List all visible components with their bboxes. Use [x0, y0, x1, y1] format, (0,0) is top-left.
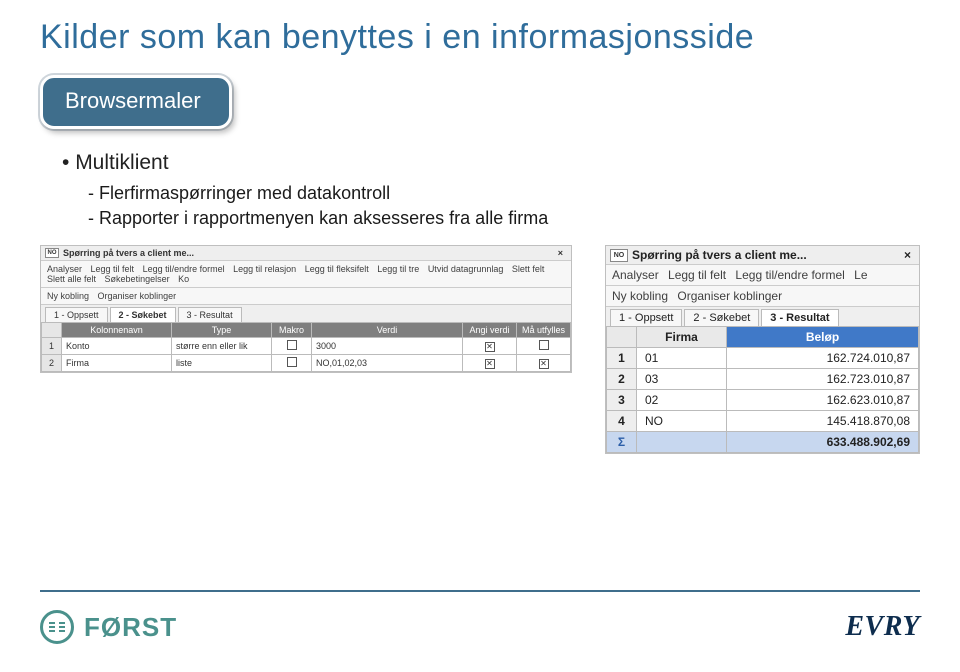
tb-legg-til-tre[interactable]: Legg til tre: [377, 264, 419, 274]
tab-resultat[interactable]: 3 - Resultat: [761, 309, 838, 326]
cell-sum: 633.488.902,69: [727, 432, 919, 453]
cell-belop: 162.623.010,87: [727, 390, 919, 411]
checkbox-makro[interactable]: [287, 340, 297, 350]
tb-organiser-koblinger[interactable]: Organiser koblinger: [98, 291, 177, 301]
tab-resultat[interactable]: 3 - Resultat: [178, 307, 242, 322]
tb-legg-til-felt[interactable]: Legg til felt: [668, 268, 726, 282]
cell-firma: 01: [637, 348, 727, 369]
flag-icon: NO: [45, 248, 59, 258]
table-row[interactable]: 2 Firma liste NO,01,02,03 ✕ ✕: [42, 355, 571, 372]
tab-sokebet[interactable]: 2 - Søkebet: [684, 309, 759, 326]
forst-mark-icon: [40, 610, 74, 644]
tb-legg-til-endre-formel[interactable]: Legg til/endre formel: [143, 264, 225, 274]
sub-flerfirma: Flerfirmaspørringer med datakontroll: [88, 183, 920, 204]
logo-evry: EVRY: [845, 611, 920, 643]
toolbar-secondary: Ny kobling Organiser koblinger: [41, 288, 571, 305]
tb-legg-til-fleksifelt[interactable]: Legg til fleksifelt: [305, 264, 369, 274]
checkbox-ma-utfylles[interactable]: [539, 340, 549, 350]
tb-utvid-datagrunnlag[interactable]: Utvid datagrunnlag: [428, 264, 504, 274]
logo-forst: FØRST: [40, 610, 177, 644]
table-row[interactable]: 4 NO 145.418.870,08: [607, 411, 919, 432]
tb-legg-til-felt[interactable]: Legg til felt: [91, 264, 135, 274]
screenshot-right: NO Spørring på tvers a client me... × An…: [605, 245, 920, 454]
tab-sokebet[interactable]: 2 - Søkebet: [110, 307, 176, 322]
table-row[interactable]: 1 01 162.724.010,87: [607, 348, 919, 369]
row-num: 4: [607, 411, 637, 432]
cell-verdi[interactable]: NO,01,02,03: [312, 355, 463, 372]
table-row[interactable]: 3 02 162.623.010,87: [607, 390, 919, 411]
tb-ny-kobling[interactable]: Ny kobling: [612, 289, 668, 303]
cell-firma: 02: [637, 390, 727, 411]
row-num: 3: [607, 390, 637, 411]
row-num: 2: [42, 355, 62, 372]
checkbox-ma-utfylles[interactable]: ✕: [539, 359, 549, 369]
tb-analyser[interactable]: Analyser: [612, 268, 659, 282]
window-title: Spørring på tvers a client me...: [632, 248, 807, 262]
close-icon[interactable]: ×: [900, 248, 915, 262]
row-num: 2: [607, 369, 637, 390]
tab-oppsett[interactable]: 1 - Oppsett: [610, 309, 682, 326]
sigma-icon: Σ: [607, 432, 637, 453]
col-belop: Beløp: [727, 327, 919, 348]
toolbar-primary: Analyser Legg til felt Legg til/endre fo…: [606, 265, 919, 286]
col-firma: Firma: [637, 327, 727, 348]
bullet-multiklient: Multiklient: [62, 151, 920, 175]
row-num: 1: [607, 348, 637, 369]
sum-row: Σ 633.488.902,69: [607, 432, 919, 453]
tb-legg-til-relasjon[interactable]: Legg til relasjon: [233, 264, 296, 274]
screenshot-left: NO Spørring på tvers a client me... × An…: [40, 245, 572, 373]
cell-firma: 03: [637, 369, 727, 390]
tb-sokebetingelser[interactable]: Søkebetingelser: [105, 274, 170, 284]
cell-belop: 162.724.010,87: [727, 348, 919, 369]
sub-rapporter: Rapporter i rapportmenyen kan aksesseres…: [88, 208, 920, 229]
checkbox-makro[interactable]: [287, 357, 297, 367]
tb-analyser[interactable]: Analyser: [47, 264, 82, 274]
cell-type[interactable]: liste: [172, 355, 272, 372]
flag-icon: NO: [610, 249, 628, 262]
result-table: Firma Beløp 1 01 162.724.010,87 2 03 162…: [606, 326, 919, 453]
table-row[interactable]: 1 Konto større enn eller lik 3000 ✕: [42, 338, 571, 355]
cell-belop: 145.418.870,08: [727, 411, 919, 432]
row-num: 1: [42, 338, 62, 355]
col-ma-utfylles: Må utfylles: [517, 323, 571, 338]
col-verdi: Verdi: [312, 323, 463, 338]
criteria-table: Kolonnenavn Type Makro Verdi Angi verdi …: [41, 322, 571, 372]
tb-slett-alle-felt[interactable]: Slett alle felt: [47, 274, 96, 284]
col-type: Type: [172, 323, 272, 338]
pill-browsermaler: Browsermaler: [40, 75, 232, 129]
footer: FØRST EVRY: [40, 590, 920, 644]
tb-legg-til-endre-formel[interactable]: Legg til/endre formel: [735, 268, 844, 282]
cell-firma: NO: [637, 411, 727, 432]
checkbox-angi-verdi[interactable]: ✕: [485, 342, 495, 352]
col-rownum: [607, 327, 637, 348]
tb-organiser-koblinger[interactable]: Organiser koblinger: [677, 289, 782, 303]
window-title: Spørring på tvers a client me...: [63, 248, 194, 258]
checkbox-angi-verdi[interactable]: ✕: [485, 359, 495, 369]
table-row[interactable]: 2 03 162.723.010,87: [607, 369, 919, 390]
col-rownum: [42, 323, 62, 338]
tb-ny-kobling[interactable]: Ny kobling: [47, 291, 89, 301]
col-kolonnenavn: Kolonnenavn: [62, 323, 172, 338]
cell-belop: 162.723.010,87: [727, 369, 919, 390]
tb-le[interactable]: Le: [854, 268, 867, 282]
cell-kolonnenavn[interactable]: Konto: [62, 338, 172, 355]
tab-oppsett[interactable]: 1 - Oppsett: [45, 307, 108, 322]
logo-forst-text: FØRST: [84, 612, 177, 643]
page-title: Kilder som kan benyttes i en informasjon…: [40, 18, 920, 57]
toolbar-primary: Analyser Legg til felt Legg til/endre fo…: [41, 261, 571, 288]
close-icon[interactable]: ×: [554, 248, 567, 258]
tb-ko[interactable]: Ko: [178, 274, 189, 284]
toolbar-secondary: Ny kobling Organiser koblinger: [606, 286, 919, 307]
cell-kolonnenavn[interactable]: Firma: [62, 355, 172, 372]
cell-verdi[interactable]: 3000: [312, 338, 463, 355]
col-angi-verdi: Angi verdi: [463, 323, 517, 338]
col-makro: Makro: [272, 323, 312, 338]
tb-slett-felt[interactable]: Slett felt: [512, 264, 545, 274]
cell-type[interactable]: større enn eller lik: [172, 338, 272, 355]
